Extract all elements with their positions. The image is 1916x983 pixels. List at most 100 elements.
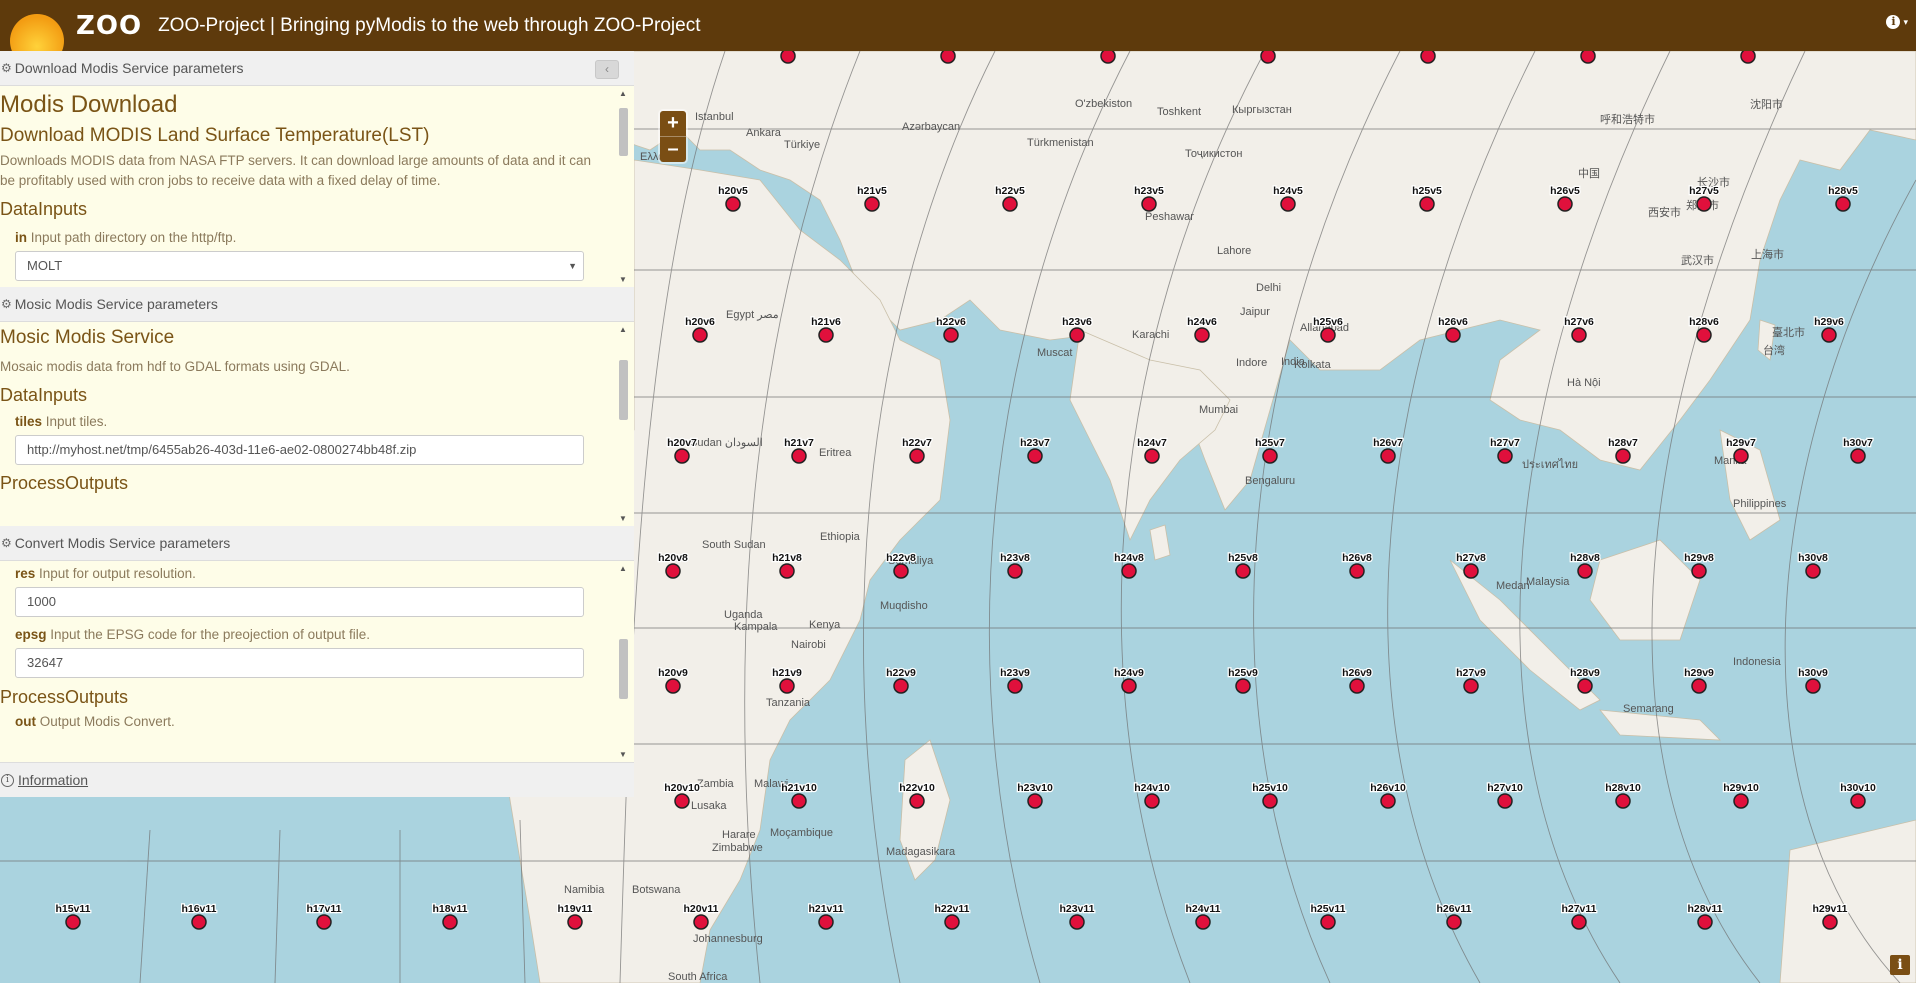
tile-marker-h25v7[interactable]: h25v7 xyxy=(1254,436,1286,464)
tile-marker-h29v10[interactable]: h29v10 xyxy=(1722,781,1760,809)
tile-marker-h22v9[interactable]: h22v9 xyxy=(885,666,917,694)
tile-marker-h28v5[interactable]: h28v5 xyxy=(1827,184,1859,212)
tile-marker-dot[interactable] xyxy=(1571,914,1587,930)
tile-marker-dot[interactable] xyxy=(1615,448,1631,464)
tile-marker-dot[interactable] xyxy=(1445,327,1461,343)
tile-marker-h28v8[interactable]: h28v8 xyxy=(1569,551,1601,579)
tile-marker-h17v11[interactable]: h17v11 xyxy=(305,902,343,930)
tile-marker-dot[interactable] xyxy=(1002,196,1018,212)
tile-marker-dot[interactable] xyxy=(818,914,834,930)
tile-marker-dot[interactable] xyxy=(1007,678,1023,694)
tile-marker-dot[interactable] xyxy=(1446,914,1462,930)
tile-marker-h28v10[interactable]: h28v10 xyxy=(1604,781,1642,809)
tile-marker-h22v6[interactable]: h22v6 xyxy=(935,315,967,343)
tile-marker-h27v9[interactable]: h27v9 xyxy=(1455,666,1487,694)
tile-marker-h15v11[interactable]: h15v11 xyxy=(54,902,92,930)
tile-marker-dot[interactable] xyxy=(1349,563,1365,579)
tile-marker-h25v8[interactable]: h25v8 xyxy=(1227,551,1259,579)
tile-marker-h23v8[interactable]: h23v8 xyxy=(999,551,1031,579)
tile-marker[interactable] xyxy=(1260,51,1276,64)
tile-marker-dot[interactable] xyxy=(1497,448,1513,464)
tile-marker[interactable] xyxy=(780,51,796,64)
tile-marker-h16v11[interactable]: h16v11 xyxy=(180,902,218,930)
tile-marker-h23v7[interactable]: h23v7 xyxy=(1019,436,1051,464)
zoom-out-button[interactable]: – xyxy=(660,136,686,162)
tile-marker-h26v11[interactable]: h26v11 xyxy=(1435,902,1473,930)
tile-marker-dot[interactable] xyxy=(1069,914,1085,930)
tile-marker-dot[interactable] xyxy=(893,678,909,694)
tile-marker-dot[interactable] xyxy=(1463,563,1479,579)
tile-marker-dot[interactable] xyxy=(316,914,332,930)
tile-marker-dot[interactable] xyxy=(1805,563,1821,579)
tile-marker-dot[interactable] xyxy=(725,196,741,212)
tile-marker-dot[interactable] xyxy=(1349,678,1365,694)
tile-marker-h21v11[interactable]: h21v11 xyxy=(807,902,845,930)
tile-marker-h25v9[interactable]: h25v9 xyxy=(1227,666,1259,694)
tile-marker-dot[interactable] xyxy=(944,914,960,930)
tile-marker-dot[interactable] xyxy=(65,914,81,930)
tile-marker-h30v7[interactable]: h30v7 xyxy=(1842,436,1874,464)
tile-marker-dot[interactable] xyxy=(1419,196,1435,212)
tile-marker-dot[interactable] xyxy=(1144,448,1160,464)
tile-marker-h24v11[interactable]: h24v11 xyxy=(1184,902,1222,930)
tile-marker-dot[interactable] xyxy=(779,563,795,579)
mosaic-panel-header[interactable]: ⚙ Mosic Modis Service parameters xyxy=(0,287,634,322)
tile-marker-h22v11[interactable]: h22v11 xyxy=(933,902,971,930)
collapse-sidebar-button[interactable]: ‹ xyxy=(595,60,619,79)
tile-marker-h30v10[interactable]: h30v10 xyxy=(1839,781,1877,809)
tile-marker-dot[interactable] xyxy=(1463,678,1479,694)
tile-marker-dot[interactable] xyxy=(674,448,690,464)
tile-marker-dot[interactable] xyxy=(1194,327,1210,343)
tile-marker-dot[interactable] xyxy=(1696,327,1712,343)
tile-marker[interactable] xyxy=(1420,51,1436,64)
tile-marker-dot[interactable] xyxy=(567,914,583,930)
tile-marker-dot[interactable] xyxy=(1577,563,1593,579)
tile-marker-dot[interactable] xyxy=(1195,914,1211,930)
tile-marker-h24v8[interactable]: h24v8 xyxy=(1113,551,1145,579)
convert-panel-header[interactable]: ⚙ Convert Modis Service parameters xyxy=(0,526,634,561)
tile-marker-h26v10[interactable]: h26v10 xyxy=(1369,781,1407,809)
attribution-button[interactable]: i xyxy=(1890,955,1910,975)
info-menu-button[interactable]: i ▾ xyxy=(1886,15,1908,29)
tile-marker-h27v11[interactable]: h27v11 xyxy=(1560,902,1598,930)
tiles-input[interactable]: http://myhost.net/tmp/6455ab26-403d-11e6… xyxy=(15,435,584,465)
tile-marker-dot[interactable] xyxy=(1320,327,1336,343)
tile-marker-h23v11[interactable]: h23v11 xyxy=(1058,902,1096,930)
tile-marker-dot[interactable] xyxy=(692,327,708,343)
tile-marker-dot[interactable] xyxy=(1235,678,1251,694)
tile-marker-dot[interactable] xyxy=(1007,563,1023,579)
tile-marker-h21v10[interactable]: h21v10 xyxy=(780,781,818,809)
tile-marker-dot[interactable] xyxy=(1697,914,1713,930)
tile-marker-dot[interactable] xyxy=(442,914,458,930)
tile-marker-dot[interactable] xyxy=(665,563,681,579)
tile-marker-dot[interactable] xyxy=(1696,196,1712,212)
tile-marker-dot[interactable] xyxy=(1144,793,1160,809)
tile-marker-dot[interactable] xyxy=(191,914,207,930)
tile-marker-dot[interactable] xyxy=(779,678,795,694)
tile-marker-h25v10[interactable]: h25v10 xyxy=(1251,781,1289,809)
tile-marker-dot[interactable] xyxy=(1235,563,1251,579)
tile-marker-h23v9[interactable]: h23v9 xyxy=(999,666,1031,694)
tile-marker-dot[interactable] xyxy=(893,563,909,579)
tile-marker[interactable] xyxy=(940,51,956,64)
tile-marker-dot[interactable] xyxy=(1821,327,1837,343)
tile-marker-dot[interactable] xyxy=(1571,327,1587,343)
tile-marker-h23v10[interactable]: h23v10 xyxy=(1016,781,1054,809)
tile-marker-dot[interactable] xyxy=(864,196,880,212)
tile-marker-dot[interactable] xyxy=(665,678,681,694)
tile-marker-dot[interactable] xyxy=(1850,448,1866,464)
tile-marker-dot[interactable] xyxy=(1577,678,1593,694)
tile-marker-dot[interactable] xyxy=(1121,563,1137,579)
tile-marker-dot[interactable] xyxy=(909,793,925,809)
zoom-in-button[interactable]: + xyxy=(660,111,686,136)
tile-marker-dot[interactable] xyxy=(818,327,834,343)
tile-marker-h29v6[interactable]: h29v6 xyxy=(1813,315,1845,343)
tile-marker-dot[interactable] xyxy=(1615,793,1631,809)
tile-marker-dot[interactable] xyxy=(909,448,925,464)
tile-marker-h26v7[interactable]: h26v7 xyxy=(1372,436,1404,464)
tile-marker-dot[interactable] xyxy=(1262,448,1278,464)
tile-marker-dot[interactable] xyxy=(1733,448,1749,464)
tile-marker-dot[interactable] xyxy=(1069,327,1085,343)
tile-marker-dot[interactable] xyxy=(1822,914,1838,930)
tile-marker-dot[interactable] xyxy=(791,793,807,809)
